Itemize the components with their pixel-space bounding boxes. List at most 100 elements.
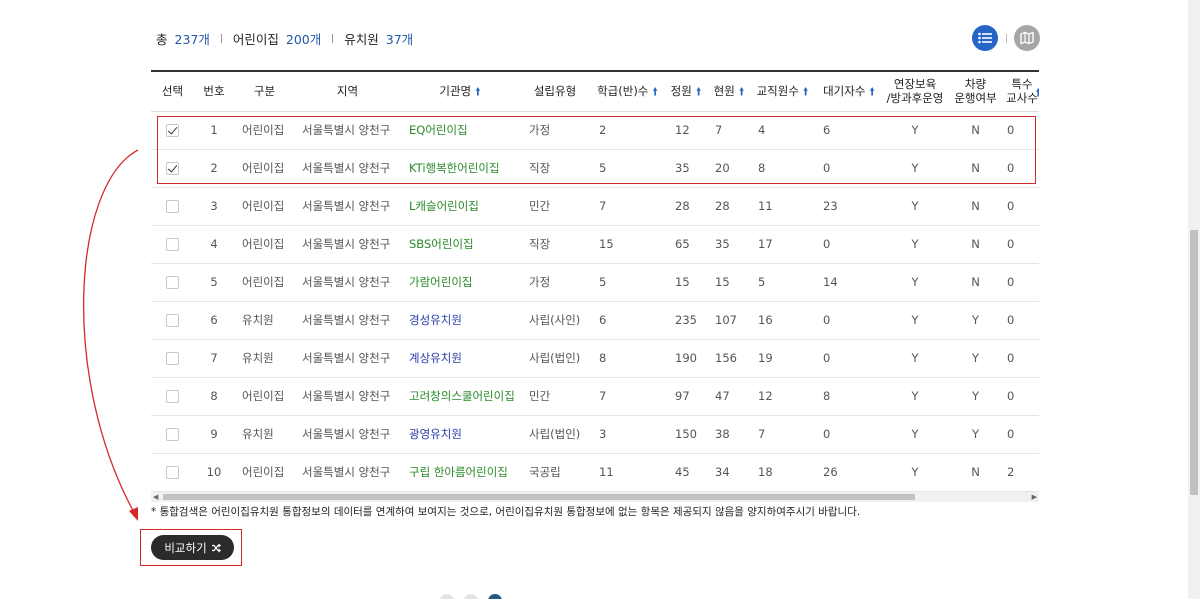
facility-name-link[interactable]: 계상유치원 xyxy=(409,351,462,365)
cell-name: 계상유치원 xyxy=(400,339,520,377)
cell-special: 0 xyxy=(1007,351,1015,365)
cell-waiting: 23 xyxy=(823,199,838,213)
cell-vehicle: N xyxy=(971,275,980,289)
facility-name-link[interactable]: 경성유치원 xyxy=(409,313,462,327)
cell-name: L캐슬어린이집 xyxy=(400,187,520,225)
cell-current: 28 xyxy=(715,199,730,213)
checkbox[interactable] xyxy=(166,238,179,251)
table-row[interactable]: 10 어린이집 서울특별시 양천구 구립 한아름어린이집 국공립 11 45 34 18 26 Y N… xyxy=(151,453,1039,491)
col-capacity[interactable]: 정원 🠙 xyxy=(665,70,707,112)
page-button-active[interactable] xyxy=(488,594,502,599)
page-button[interactable] xyxy=(440,594,454,599)
checkbox[interactable] xyxy=(166,428,179,441)
cell-waiting: 0 xyxy=(823,351,831,365)
facility-name-link[interactable]: 가람어린이집 xyxy=(409,275,472,289)
cell-waiting: 8 xyxy=(823,389,831,403)
cell-vehicle: N xyxy=(971,199,980,213)
arrow-up-icon: 🠙 xyxy=(802,84,809,98)
col-vehicle: 차량 운행여부 xyxy=(946,70,1005,112)
scroll-thumb[interactable] xyxy=(163,494,915,500)
col-extended-line2: /방과후운영 xyxy=(886,91,944,106)
checkbox[interactable] xyxy=(166,466,179,479)
checkbox[interactable] xyxy=(166,314,179,327)
scroll-thumb[interactable] xyxy=(1190,230,1198,495)
cell-type: 사립(법인) xyxy=(529,351,581,365)
cell-name: SBS어린이집 xyxy=(400,225,520,263)
total-count: 237개 xyxy=(174,31,210,47)
cell-extended: Y xyxy=(911,313,919,327)
cell-capacity: 45 xyxy=(675,465,690,479)
cell-waiting: 0 xyxy=(823,427,831,441)
scroll-right-icon[interactable]: ▶ xyxy=(1032,493,1037,501)
cell-select xyxy=(151,301,194,339)
total-label: 총 xyxy=(156,31,168,47)
col-classes[interactable]: 학급(반)수 🠙 xyxy=(590,70,665,112)
cell-no: 4 xyxy=(210,237,218,251)
cell-extended: Y xyxy=(911,427,919,441)
cell-classes: 6 xyxy=(599,313,607,327)
table-row[interactable]: 5 어린이집 서울특별시 양천구 가람어린이집 가정 5 15 15 5 14 Y N 0 xyxy=(151,263,1039,301)
cell-type: 민간 xyxy=(529,389,551,403)
horizontal-scrollbar[interactable]: ◀ ▶ xyxy=(151,492,1039,502)
shuffle-icon xyxy=(211,543,221,552)
kindergarten-count: 37개 xyxy=(385,31,414,47)
table-row[interactable]: 4 어린이집 서울특별시 양천구 SBS어린이집 직장 15 65 35 17 0 Y N 0 xyxy=(151,225,1039,263)
cell-region: 서울특별시 양천구 xyxy=(302,313,391,327)
list-view-button[interactable] xyxy=(972,25,998,51)
col-special-line1: 특수 xyxy=(1011,77,1033,92)
compare-button[interactable]: 비교하기 xyxy=(151,535,234,560)
checkbox[interactable] xyxy=(166,276,179,289)
facility-name-link[interactable]: L캐슬어린이집 xyxy=(409,199,479,213)
cell-extended: Y xyxy=(911,237,919,251)
cell-classes: 7 xyxy=(599,199,607,213)
cell-name: 광영유치원 xyxy=(400,415,520,453)
cell-no: 5 xyxy=(210,275,218,289)
checkbox[interactable] xyxy=(166,352,179,365)
col-waiting[interactable]: 대기자수 🠙 xyxy=(814,70,884,112)
divider xyxy=(332,33,334,43)
scroll-left-icon[interactable]: ◀ xyxy=(153,493,158,501)
col-name-label: 기관명 xyxy=(439,83,472,98)
cell-capacity: 235 xyxy=(675,313,697,327)
cell-extended: Y xyxy=(911,465,919,479)
table-row[interactable]: 9 유치원 서울특별시 양천구 광영유치원 사립(법인) 3 150 38 7 0 Y Y 0 xyxy=(151,415,1039,453)
table-header: 선택 번호 구분 지역 기관명 🠙 설립유형 학급(반)수 🠙 정원 🠙 현원 🠙 교직… xyxy=(151,70,1039,112)
checkbox[interactable] xyxy=(166,200,179,213)
table-row[interactable]: 3 어린이집 서울특별시 양천구 L캐슬어린이집 민간 7 28 28 11 23 Y N 0 xyxy=(151,187,1039,225)
map-icon xyxy=(1020,31,1034,45)
pagination xyxy=(440,594,502,599)
cell-no: 3 xyxy=(210,199,218,213)
facility-name-link[interactable]: 광영유치원 xyxy=(409,427,462,441)
facility-name-link[interactable]: SBS어린이집 xyxy=(409,237,474,251)
cell-region: 서울특별시 양천구 xyxy=(302,275,391,289)
col-name[interactable]: 기관명 🠙 xyxy=(400,70,520,112)
table-row[interactable]: 8 어린이집 서울특별시 양천구 고려창의스쿨어린이집 민간 7 97 47 12 8 Y Y 0 xyxy=(151,377,1039,415)
cell-category: 유치원 xyxy=(242,351,274,365)
cell-region: 서울특별시 양천구 xyxy=(302,237,391,251)
col-category: 구분 xyxy=(234,70,295,112)
map-view-button[interactable] xyxy=(1014,25,1040,51)
cell-category: 어린이집 xyxy=(242,389,285,403)
cell-classes: 3 xyxy=(599,427,607,441)
checkbox[interactable] xyxy=(166,390,179,403)
cell-current: 156 xyxy=(715,351,737,365)
cell-select xyxy=(151,377,194,415)
col-special[interactable]: 특수 교사수 🠙 xyxy=(1005,70,1039,112)
col-vehicle-line1: 차량 xyxy=(964,77,987,92)
cell-select xyxy=(151,263,194,301)
facility-name-link[interactable]: 고려창의스쿨어린이집 xyxy=(409,389,515,403)
col-teachers[interactable]: 교직원수 🠙 xyxy=(751,70,814,112)
cell-name: 가람어린이집 xyxy=(400,263,520,301)
col-current[interactable]: 현원 🠙 xyxy=(707,70,751,112)
vertical-scrollbar[interactable] xyxy=(1188,0,1200,599)
table-row[interactable]: 6 유치원 서울특별시 양천구 경성유치원 사립(사인) 6 235 107 16 0 Y Y 0 xyxy=(151,301,1039,339)
list-icon xyxy=(978,32,992,44)
cell-vehicle: N xyxy=(971,465,980,479)
cell-region: 서울특별시 양천구 xyxy=(302,199,391,213)
page-button[interactable] xyxy=(464,594,478,599)
divider xyxy=(220,33,222,43)
cell-extended: Y xyxy=(911,389,919,403)
cell-type: 가정 xyxy=(529,275,551,289)
table-row[interactable]: 7 유치원 서울특별시 양천구 계상유치원 사립(법인) 8 190 156 19 0 Y Y 0 xyxy=(151,339,1039,377)
facility-name-link[interactable]: 구립 한아름어린이집 xyxy=(409,465,508,479)
